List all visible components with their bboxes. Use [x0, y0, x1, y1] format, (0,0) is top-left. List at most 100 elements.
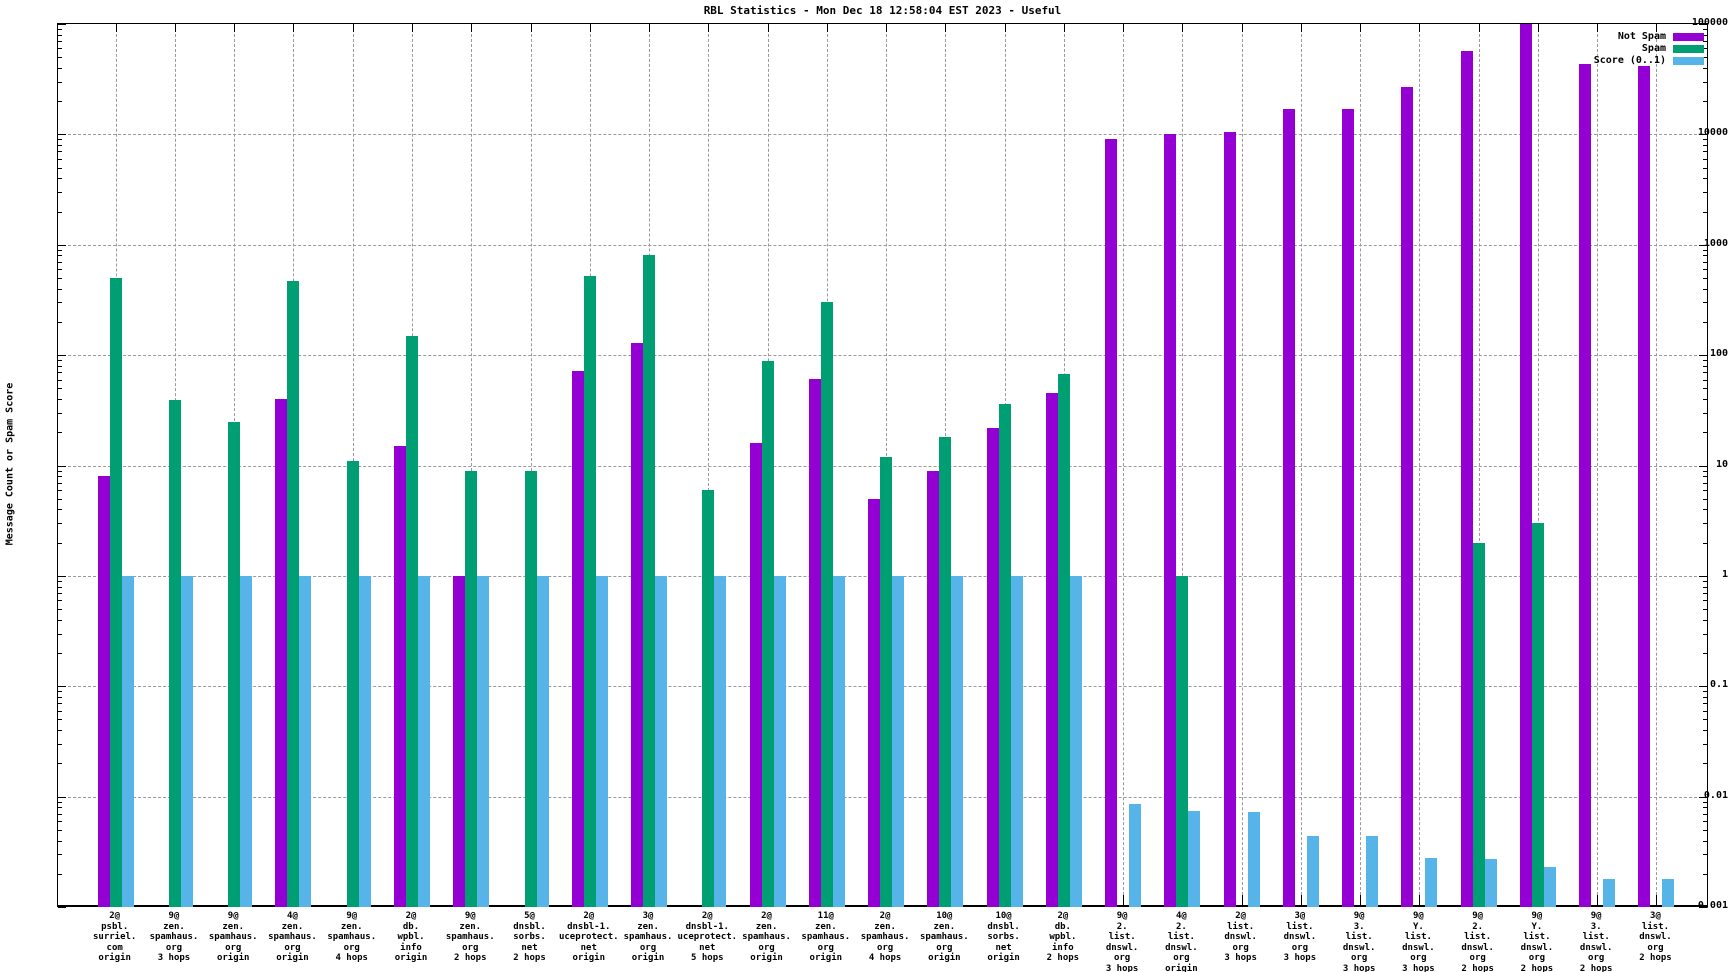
bar-spam — [821, 302, 833, 907]
y-tick-label: 100 — [1678, 348, 1728, 360]
y-minor-tick — [58, 874, 62, 875]
y-minor-tick — [1703, 807, 1707, 808]
y-minor-tick — [1703, 763, 1707, 764]
bar-not-spam — [1342, 109, 1354, 907]
y-minor-tick — [58, 372, 62, 373]
y-minor-tick — [58, 744, 62, 745]
x-tick-label: 3@list.dnswl.org2 hops — [1619, 911, 1691, 964]
y-minor-tick — [1703, 101, 1707, 102]
x-top-tick — [1479, 24, 1480, 32]
bar-spam — [110, 278, 122, 907]
bar-score-0-1 — [774, 576, 786, 907]
y-minor-tick — [1703, 360, 1707, 361]
y-minor-tick — [58, 178, 62, 179]
y-minor-tick — [1703, 483, 1707, 484]
y-minor-tick — [1703, 744, 1707, 745]
bar-score-0-1 — [1603, 879, 1615, 907]
bar-score-0-1 — [1011, 576, 1023, 907]
y-minor-tick — [1703, 82, 1707, 83]
bar-not-spam — [275, 399, 287, 907]
bar-spam — [643, 255, 655, 907]
y-minor-tick — [1703, 192, 1707, 193]
y-minor-tick — [58, 653, 62, 654]
bar-score-0-1 — [1129, 804, 1141, 907]
bar-spam — [1532, 523, 1544, 907]
x-top-tick — [1064, 24, 1065, 32]
y-minor-tick — [1703, 697, 1707, 698]
x-top-tick — [1005, 24, 1006, 32]
y-minor-tick — [58, 366, 62, 367]
bar-spam — [465, 471, 477, 907]
y-tick-label: 100000 — [1678, 17, 1728, 29]
y-minor-tick — [58, 262, 62, 263]
y-minor-tick — [58, 807, 62, 808]
bar-not-spam — [1520, 24, 1532, 907]
y-minor-tick — [58, 432, 62, 433]
bar-score-0-1 — [1070, 576, 1082, 907]
legend-label-spam: Spam — [1642, 43, 1666, 54]
y-minor-tick — [58, 691, 62, 692]
x-bottom-tick — [1301, 895, 1302, 905]
y-minor-tick — [1703, 212, 1707, 213]
y-major-tick — [58, 907, 66, 908]
y-minor-tick — [58, 250, 62, 251]
bar-not-spam — [394, 446, 406, 907]
y-minor-tick — [58, 101, 62, 102]
y-minor-tick — [58, 399, 62, 400]
bar-not-spam — [98, 476, 110, 907]
bar-score-0-1 — [714, 576, 726, 907]
y-gridline — [58, 355, 1707, 356]
y-minor-tick — [58, 634, 62, 635]
bar-score-0-1 — [596, 576, 608, 907]
y-tick-label: 1 — [1678, 569, 1728, 581]
y-minor-tick — [58, 814, 62, 815]
y-minor-tick — [1703, 854, 1707, 855]
y-minor-tick — [58, 302, 62, 303]
y-minor-tick — [1703, 289, 1707, 290]
y-minor-tick — [1703, 178, 1707, 179]
x-top-tick — [768, 24, 769, 32]
x-bottom-tick — [1656, 895, 1657, 905]
y-minor-tick — [58, 620, 62, 621]
y-minor-tick — [1703, 255, 1707, 256]
bar-score-0-1 — [418, 576, 430, 907]
y-minor-tick — [1703, 68, 1707, 69]
y-minor-tick — [1703, 302, 1707, 303]
y-tick-label: 10000 — [1678, 127, 1728, 139]
y-minor-tick — [1703, 159, 1707, 160]
bar-spam — [999, 404, 1011, 907]
bar-score-0-1 — [655, 576, 667, 907]
y-minor-tick — [58, 289, 62, 290]
y-minor-tick — [1703, 841, 1707, 842]
y-minor-tick — [1703, 139, 1707, 140]
bar-spam — [880, 457, 892, 907]
bar-not-spam — [1283, 109, 1295, 907]
y-tick-label: 1000 — [1678, 238, 1728, 250]
y-minor-tick — [58, 278, 62, 279]
bar-score-0-1 — [240, 576, 252, 907]
x-tick-label-line: origin — [1145, 964, 1217, 972]
x-top-tick — [1538, 24, 1539, 32]
y-major-tick — [58, 245, 66, 246]
bar-spam — [702, 490, 714, 907]
bar-not-spam — [1224, 132, 1236, 907]
y-minor-tick — [58, 802, 62, 803]
bar-score-0-1 — [1544, 867, 1556, 907]
y-minor-tick — [1703, 719, 1707, 720]
y-minor-tick — [58, 711, 62, 712]
bar-score-0-1 — [951, 576, 963, 907]
y-minor-tick — [58, 139, 62, 140]
y-minor-tick — [1703, 711, 1707, 712]
y-minor-tick — [58, 471, 62, 472]
x-bottom-tick — [1597, 895, 1598, 905]
y-axis-title: Message Count or Spam Score — [5, 383, 16, 546]
y-minor-tick — [58, 490, 62, 491]
y-minor-tick — [58, 499, 62, 500]
bar-score-0-1 — [1662, 879, 1674, 907]
y-minor-tick — [1703, 278, 1707, 279]
bar-spam — [762, 361, 774, 907]
legend-swatch-spam — [1673, 45, 1704, 53]
x-tick-label-line: org — [1619, 943, 1691, 954]
y-minor-tick — [58, 730, 62, 731]
x-gridline — [1419, 24, 1420, 905]
